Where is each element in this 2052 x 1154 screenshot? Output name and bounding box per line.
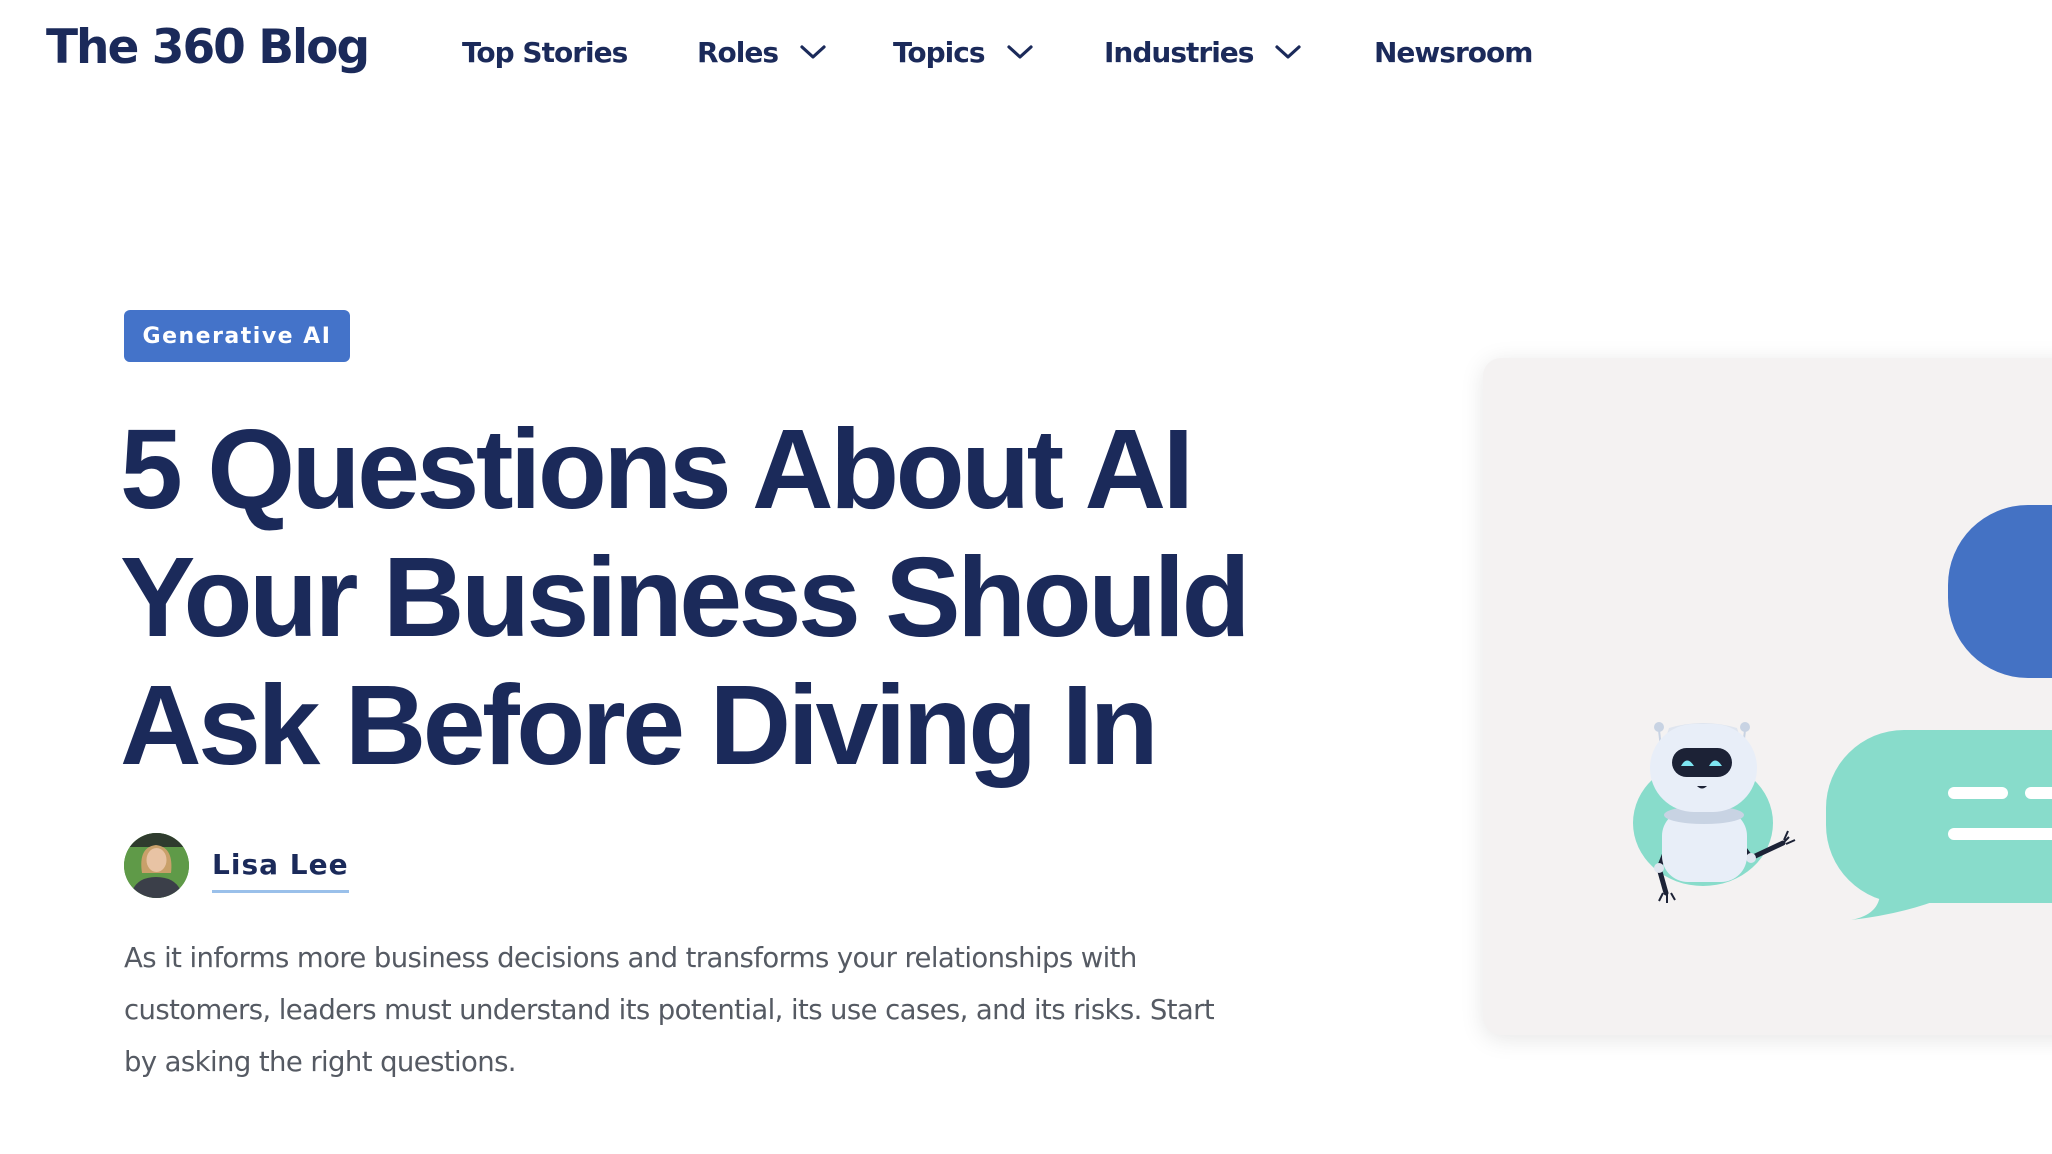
nav-industries[interactable]: Industries bbox=[1104, 30, 1302, 74]
nav-label: Top Stories bbox=[462, 35, 628, 69]
article-summary-line: customers, leaders must understand its p… bbox=[124, 994, 1215, 1026]
article-title-line: 5 Questions About AI bbox=[120, 406, 1194, 532]
category-badge[interactable]: Generative AI bbox=[124, 310, 350, 362]
chat-bubble-icon bbox=[1948, 505, 2052, 678]
article-title: 5 Questions About AI Your Business Shoul… bbox=[120, 405, 1420, 789]
hero-illustration-card bbox=[1483, 358, 2052, 1035]
chat-bubble-icon bbox=[1826, 730, 2052, 920]
nav-label: Industries bbox=[1104, 35, 1254, 69]
nav-topics[interactable]: Topics bbox=[893, 30, 1033, 74]
chevron-down-icon bbox=[1006, 44, 1033, 60]
site-logo[interactable]: The 360 Blog bbox=[46, 18, 370, 78]
nav-label: Topics bbox=[893, 35, 986, 69]
hero-illustration bbox=[1633, 505, 2052, 920]
nav-label: Roles bbox=[697, 35, 779, 69]
article-title-line: Ask Before Diving In bbox=[120, 662, 1159, 788]
article-summary: As it informs more business decisions an… bbox=[124, 932, 1364, 1088]
article-title-line: Your Business Should bbox=[120, 534, 1251, 660]
chevron-down-icon bbox=[800, 44, 826, 60]
chevron-down-icon bbox=[1275, 44, 1302, 60]
nav-top-stories[interactable]: Top Stories bbox=[462, 30, 628, 74]
nav-newsroom[interactable]: Newsroom bbox=[1374, 30, 1533, 74]
nav-roles[interactable]: Roles bbox=[697, 30, 826, 74]
author-avatar[interactable] bbox=[124, 833, 189, 898]
nav-label: Newsroom bbox=[1374, 35, 1533, 69]
author-name-link[interactable]: Lisa Lee bbox=[212, 846, 349, 893]
robot-icon bbox=[1633, 722, 1796, 903]
article-summary-line: As it informs more business decisions an… bbox=[124, 942, 1137, 974]
article-summary-line: by asking the right questions. bbox=[124, 1046, 517, 1078]
person-photo-icon bbox=[124, 833, 189, 898]
